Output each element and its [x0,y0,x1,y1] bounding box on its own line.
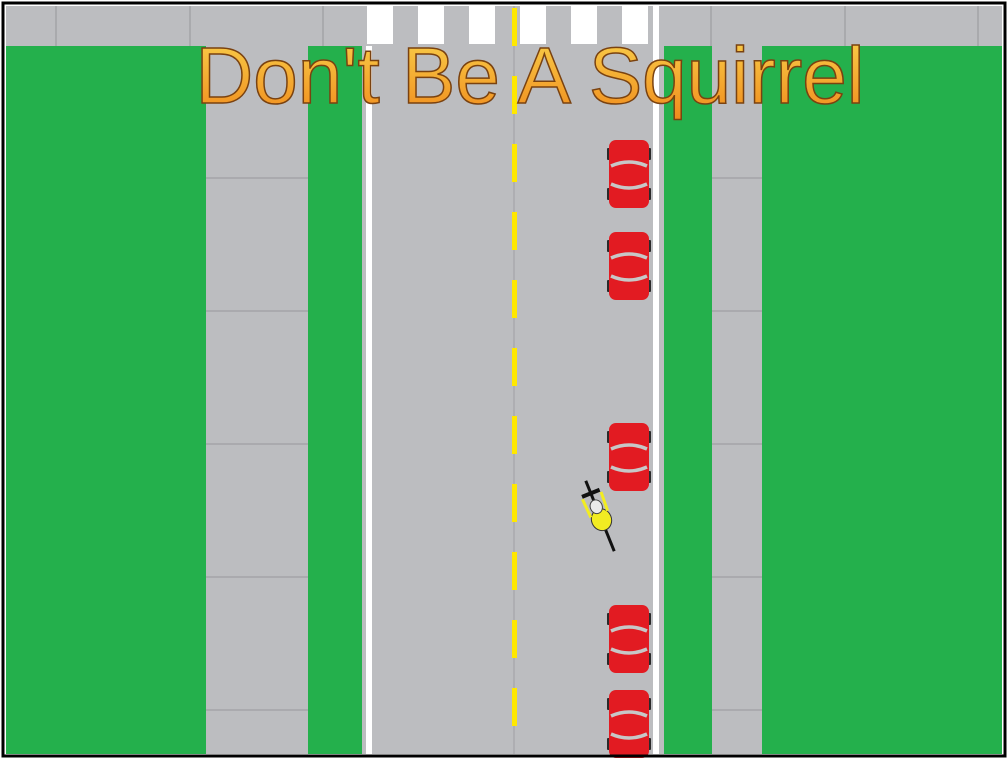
parked-car [607,232,651,300]
center-dash [512,348,517,386]
left-sidewalk [206,46,308,754]
parked-car [607,140,651,208]
parked-car [607,605,651,673]
road-scene-diagram: Don't Be A Squirrel [1,1,1007,758]
car-body [609,605,649,673]
right-sidewalk [712,46,762,754]
center-dash [512,620,517,658]
title-text: Don't Be A Squirrel [196,31,865,120]
car-body [609,140,649,208]
center-dash [512,416,517,454]
center-dash [512,144,517,182]
center-dash [512,484,517,522]
parked-cars [607,140,651,758]
center-dash [512,280,517,318]
car-body [609,690,649,758]
car-body [609,232,649,300]
left-edge-line [366,46,372,754]
center-dash [512,688,517,726]
car-body [609,423,649,491]
center-dash [512,552,517,590]
center-dash [512,212,517,250]
parked-car [607,690,651,758]
parked-car [607,423,651,491]
